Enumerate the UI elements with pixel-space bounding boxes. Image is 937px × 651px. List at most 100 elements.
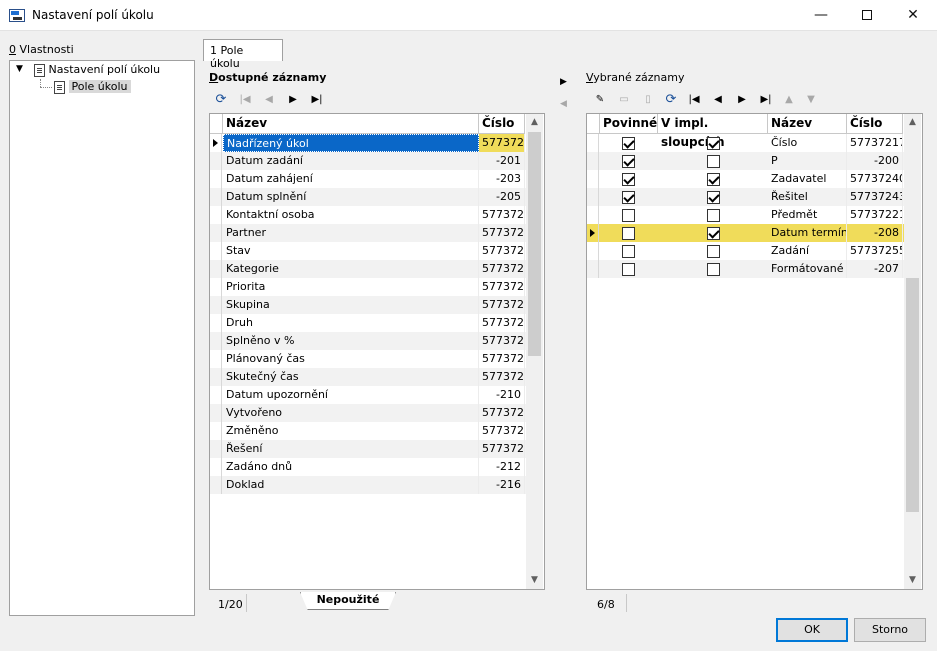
table-row[interactable]: Řešitel 57737243 — [587, 188, 904, 206]
table-row[interactable]: Formátované za-207 — [587, 260, 904, 278]
table-row[interactable]: Datum termínu s-208 — [587, 224, 904, 242]
tab-pole-ukolu[interactable]: 1 Pole úkolu — [203, 39, 283, 70]
v-impl-sloupcich-checkbox[interactable] — [707, 245, 720, 258]
v-impl-sloupcich-checkbox[interactable] — [707, 263, 720, 276]
v-impl-sloupcich-checkbox[interactable] — [707, 227, 720, 240]
available-records-grid[interactable]: Název Číslo Nadřízený úkol57737218Datum … — [209, 113, 545, 590]
table-row[interactable]: Datum zahájení -203 — [210, 170, 526, 188]
tree-connector — [40, 87, 52, 88]
table-row[interactable]: Číslo 57737217 — [587, 134, 904, 152]
v-impl-sloupcich-checkbox[interactable] — [707, 137, 720, 150]
cell-cislo: 57737230 — [479, 350, 525, 368]
move-up-icon[interactable]: ▲ — [778, 91, 800, 109]
tree-item-pole-ukolu[interactable]: Pole úkolu — [54, 79, 131, 95]
move-down-icon[interactable]: ▼ — [800, 91, 822, 109]
scroll-down-icon[interactable]: ▼ — [904, 572, 921, 589]
povinne-checkbox[interactable] — [622, 245, 635, 258]
table-row[interactable]: Předmět 57737221 — [587, 206, 904, 224]
close-button[interactable]: ✕ — [890, 0, 936, 31]
table-row[interactable]: Datum splnění -205 — [210, 188, 526, 206]
table-row[interactable]: P -200 — [587, 152, 904, 170]
refresh-icon[interactable]: ⟳ — [209, 91, 233, 109]
povinne-checkbox[interactable] — [622, 209, 635, 222]
table-row[interactable]: Kategorie57737251 — [210, 260, 526, 278]
povinne-checkbox[interactable] — [622, 227, 635, 240]
table-row[interactable]: Plánovaný čas57737230 — [210, 350, 526, 368]
table-row[interactable]: Skupina57737253 — [210, 296, 526, 314]
selected-records-grid[interactable]: Povinné V impl. sloupcích Název Číslo Čí… — [586, 113, 923, 590]
povinne-checkbox[interactable] — [622, 263, 635, 276]
table-row[interactable]: Zadání 57737255 — [587, 242, 904, 260]
table-row[interactable]: Doklad -216 — [210, 476, 526, 494]
row-indicator — [210, 242, 222, 260]
scroll-up-icon[interactable]: ▲ — [526, 114, 543, 131]
table-row[interactable]: Datum zadání -201 — [210, 152, 526, 170]
cell-cislo: 57737218 — [479, 134, 525, 152]
column-header-cislo[interactable]: Číslo — [479, 114, 525, 134]
next-record-icon[interactable]: ▶ — [730, 91, 754, 109]
cell-cislo: 57737240 — [847, 170, 903, 188]
row-indicator — [210, 422, 222, 440]
v-impl-sloupcich-checkbox[interactable] — [707, 173, 720, 186]
tab-nepouzite[interactable]: Nepoužité — [300, 592, 396, 610]
remove-from-selected-button[interactable]: ◀ — [560, 99, 567, 109]
table-row[interactable]: Nadřízený úkol57737218 — [210, 134, 526, 152]
column-header-nazev[interactable]: Název — [768, 114, 847, 134]
open-folder-icon[interactable]: ▭ — [612, 91, 636, 109]
row-indicator-header — [587, 114, 600, 134]
table-row[interactable]: Zadáno dnů -212 — [210, 458, 526, 476]
last-record-icon[interactable]: ▶| — [754, 91, 778, 109]
table-row[interactable]: Partner57737258 — [210, 224, 526, 242]
table-row[interactable]: Vytvořeno57737248 — [210, 404, 526, 422]
table-row[interactable]: Zadavatel 57737240 — [587, 170, 904, 188]
povinne-checkbox[interactable] — [622, 137, 635, 150]
current-row-icon — [590, 229, 595, 237]
scroll-thumb[interactable] — [906, 278, 919, 512]
first-record-icon[interactable]: |◀ — [682, 91, 706, 109]
available-vertical-scrollbar[interactable]: ▲ ▼ — [526, 114, 543, 589]
prev-record-icon[interactable]: ◀ — [257, 91, 281, 109]
table-row[interactable]: Skutečný čas57737229 — [210, 368, 526, 386]
cell-nazev: Řešení — [223, 440, 479, 458]
column-header-v-impl-sloupcich[interactable]: V impl. sloupcích — [658, 114, 768, 149]
v-impl-sloupcich-checkbox[interactable] — [707, 191, 720, 204]
povinne-checkbox[interactable] — [622, 191, 635, 204]
add-to-selected-button[interactable]: ▶ — [560, 77, 567, 87]
table-row[interactable]: Druh57737254 — [210, 314, 526, 332]
column-header-cislo[interactable]: Číslo — [847, 114, 903, 134]
table-row[interactable]: Změněno57737237 — [210, 422, 526, 440]
refresh-icon[interactable]: ⟳ — [660, 91, 682, 109]
table-row[interactable]: Kontaktní osoba57737257 — [210, 206, 526, 224]
povinne-checkbox[interactable] — [622, 173, 635, 186]
table-row[interactable]: Datum upozornění -210 — [210, 386, 526, 404]
povinne-checkbox[interactable] — [622, 155, 635, 168]
column-header-nazev[interactable]: Název — [223, 114, 479, 134]
table-row[interactable]: Stav57737250 — [210, 242, 526, 260]
ok-button[interactable]: OK — [776, 618, 848, 642]
next-record-icon[interactable]: ▶ — [281, 91, 305, 109]
table-row[interactable]: Splněno v %57737252 — [210, 332, 526, 350]
scroll-up-icon[interactable]: ▲ — [904, 114, 921, 131]
status-divider — [626, 594, 627, 612]
delete-icon[interactable]: ▯ — [636, 91, 660, 109]
last-record-icon[interactable]: ▶| — [305, 91, 329, 109]
selected-vertical-scrollbar[interactable]: ▲ ▼ — [904, 114, 921, 589]
v-impl-sloupcich-checkbox[interactable] — [707, 209, 720, 222]
scroll-thumb[interactable] — [528, 132, 541, 356]
table-row[interactable]: Řešení57737256 — [210, 440, 526, 458]
scroll-down-icon[interactable]: ▼ — [526, 572, 543, 589]
v-impl-sloupcich-checkbox[interactable] — [707, 155, 720, 168]
tree-item-root[interactable]: Nastavení polí úkolu — [34, 62, 160, 78]
collapse-icon[interactable]: ▼ — [16, 64, 23, 74]
storno-button[interactable]: Storno — [854, 618, 926, 642]
new-record-icon[interactable]: ✎ — [588, 91, 612, 109]
row-indicator — [210, 134, 222, 152]
properties-tree[interactable]: ▼ Nastavení polí úkolu Pole úkolu — [9, 60, 195, 616]
prev-record-icon[interactable]: ◀ — [706, 91, 730, 109]
table-row[interactable]: Priorita57737223 — [210, 278, 526, 296]
cell-nazev: Řešitel — [768, 188, 847, 206]
minimize-button[interactable]: — — [798, 0, 844, 31]
maximize-button[interactable] — [844, 0, 890, 31]
column-header-povinne[interactable]: Povinné — [600, 114, 658, 134]
first-record-icon[interactable]: |◀ — [233, 91, 257, 109]
